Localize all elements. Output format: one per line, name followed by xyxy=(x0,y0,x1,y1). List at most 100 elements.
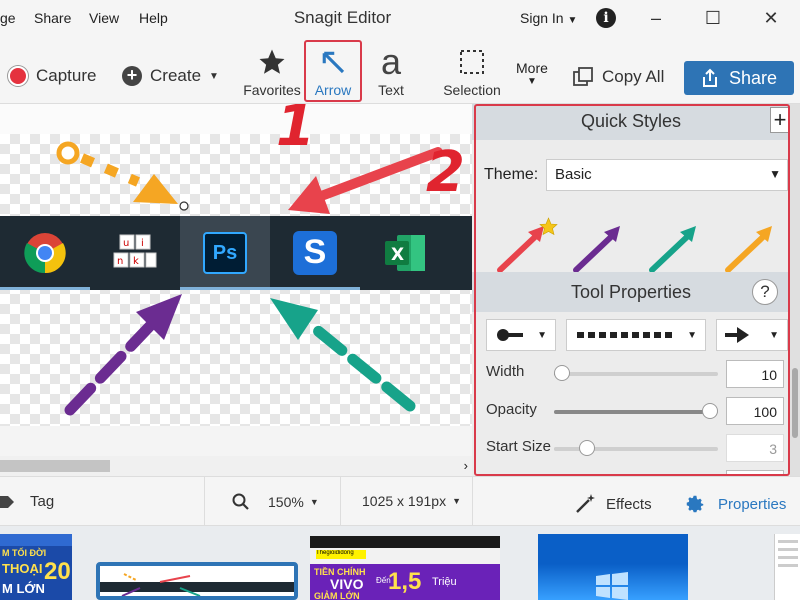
help-button[interactable]: ? xyxy=(752,279,778,305)
canvas-horizontal-scrollbar[interactable]: › xyxy=(0,456,472,476)
line-style-dropdown[interactable]: ▼ xyxy=(566,319,706,351)
sign-in-label: Sign In xyxy=(520,10,564,26)
tool-arrow[interactable]: Arrow xyxy=(304,40,362,102)
chevron-down-icon: ▼ xyxy=(309,497,319,507)
toolbar: Capture + Create ▼ Favorites Arrow a Tex… xyxy=(0,38,800,104)
opacity-input[interactable]: 100 xyxy=(726,397,784,425)
close-button[interactable]: ✕ xyxy=(756,8,786,30)
start-size-label: Start Size xyxy=(486,438,552,455)
arrow-cap-icon xyxy=(725,327,749,343)
share-label: Share xyxy=(728,67,778,88)
chevron-down-icon: ▼ xyxy=(537,329,547,341)
tool-selection[interactable]: Selection xyxy=(440,42,504,98)
end-cap-dropdown[interactable]: ▼ xyxy=(716,319,788,351)
theme-select[interactable]: Basic ▼ xyxy=(546,159,788,191)
magic-wand-icon xyxy=(576,494,595,513)
zoom-icon xyxy=(232,493,249,510)
more-button[interactable]: More ▼ xyxy=(516,60,548,87)
thumbnail-text: Thegioididong xyxy=(316,550,366,559)
style-swatch-teal[interactable] xyxy=(649,226,696,272)
capture-thumbnail[interactable] xyxy=(538,534,688,600)
app-title: Snagit Editor xyxy=(293,8,392,27)
plus-circle-icon: + xyxy=(122,66,142,86)
chevron-right-icon[interactable]: › xyxy=(464,458,468,473)
maximize-button[interactable]: ☐ xyxy=(698,8,728,30)
panel-vertical-scrollbar[interactable] xyxy=(790,104,800,476)
tool-text[interactable]: a Text xyxy=(361,41,421,98)
properties-panel: Quick Styles + Theme: Basic ▼ Tool Prope… xyxy=(472,104,800,477)
opacity-slider[interactable] xyxy=(554,403,718,419)
width-input[interactable]: 10 xyxy=(726,360,784,388)
canvas-annotations[interactable] xyxy=(0,104,472,426)
selection-icon xyxy=(460,50,484,74)
thumbnail-text: GIẢM LỚN xyxy=(314,591,360,600)
chevron-down-icon: ▼ xyxy=(209,70,219,82)
capture-thumbnail-selected[interactable] xyxy=(96,562,298,600)
effects-label: Effects xyxy=(606,495,652,513)
width-slider[interactable] xyxy=(554,365,718,381)
tool-text-label: Text xyxy=(378,82,404,98)
start-cap-dropdown[interactable]: ▼ xyxy=(486,319,556,351)
plus-icon: + xyxy=(773,107,787,132)
dotted-line-icon xyxy=(577,332,675,338)
copy-all-button[interactable]: Copy All xyxy=(572,66,664,88)
slider-knob[interactable] xyxy=(578,440,595,456)
share-button[interactable]: Share xyxy=(684,61,794,95)
tag-label: Tag xyxy=(30,493,55,510)
divider xyxy=(204,477,205,525)
thumbnail-text: M LỚN xyxy=(2,581,45,596)
thumbnail-text: 1,5 xyxy=(388,568,422,595)
properties-button[interactable]: Properties xyxy=(684,493,786,515)
effects-button[interactable]: Effects xyxy=(574,493,652,515)
scrollbar-thumb[interactable] xyxy=(0,460,110,472)
thumbnail-text: M TỐI ĐỜI xyxy=(2,548,47,558)
thumbnail-text: 20 xyxy=(44,558,71,585)
theme-label: Theme: xyxy=(484,166,539,183)
chevron-down-icon: ▼ xyxy=(769,329,779,341)
more-label: More xyxy=(516,60,548,76)
star-icon xyxy=(259,49,285,74)
sign-in-menu[interactable]: Sign In ▼ xyxy=(520,10,577,26)
slider-knob[interactable] xyxy=(702,403,718,419)
chevron-down-icon: ▼ xyxy=(452,496,461,506)
create-label: Create xyxy=(150,66,202,85)
copy-all-label: Copy All xyxy=(602,67,665,86)
start-size-slider[interactable] xyxy=(554,440,718,456)
callout-number-1: 1 xyxy=(276,94,315,159)
capture-thumbnail[interactable]: Thegioididong TIỀN CHÍNH VIVO GIẢM LỚN Đ… xyxy=(310,536,500,600)
style-swatch-orange[interactable] xyxy=(725,226,772,272)
scrollbar-thumb[interactable] xyxy=(792,368,798,438)
minimize-button[interactable]: – xyxy=(641,8,671,30)
tag-button[interactable]: Tag xyxy=(0,493,54,510)
gear-icon xyxy=(686,495,704,513)
slider-knob[interactable] xyxy=(554,365,571,381)
capture-button[interactable]: Capture xyxy=(8,66,96,86)
tool-favorites[interactable]: Favorites xyxy=(242,42,302,98)
quick-styles-header: Quick Styles xyxy=(472,104,790,140)
style-swatch-purple[interactable] xyxy=(573,226,620,272)
start-size-input[interactable]: 3 xyxy=(726,434,784,462)
chevron-down-icon: ▼ xyxy=(567,15,578,26)
info-icon[interactable]: i xyxy=(596,8,616,28)
create-button[interactable]: + Create ▼ xyxy=(122,66,219,86)
tool-properties-title: Tool Properties xyxy=(570,282,692,302)
capture-thumbnail[interactable] xyxy=(774,534,800,600)
copy-icon xyxy=(573,67,593,86)
tool-selection-label: Selection xyxy=(443,82,501,98)
capture-label: Capture xyxy=(36,66,97,85)
zoom-control[interactable]: 150% ▼ xyxy=(232,493,319,511)
capture-thumbnail[interactable]: M TỐI ĐỜI THOẠI M LỚN 20 xyxy=(0,534,72,600)
recent-captures-tray: M TỐI ĐỜI THOẠI M LỚN 20 Thegioididong T… xyxy=(0,526,800,600)
style-swatch-red[interactable] xyxy=(497,217,558,272)
thumbnail-text: Triệu xyxy=(432,576,457,588)
image-size-value: 1025 x 191px xyxy=(362,493,447,509)
properties-label: Properties xyxy=(718,495,787,513)
thumbnail-text: THOẠI xyxy=(2,561,43,576)
divider xyxy=(472,477,473,525)
editor-canvas[interactable]: uink Ps S X › xyxy=(0,104,472,476)
tool-properties-header: Tool Properties ? xyxy=(472,272,790,312)
share-icon xyxy=(702,68,717,87)
add-style-button[interactable]: + xyxy=(770,107,790,133)
bottom-bar: Tag 150% ▼ 1025 x 191px ▼ Effects Proper… xyxy=(0,476,800,526)
image-size-control[interactable]: 1025 x 191px ▼ xyxy=(362,493,461,509)
